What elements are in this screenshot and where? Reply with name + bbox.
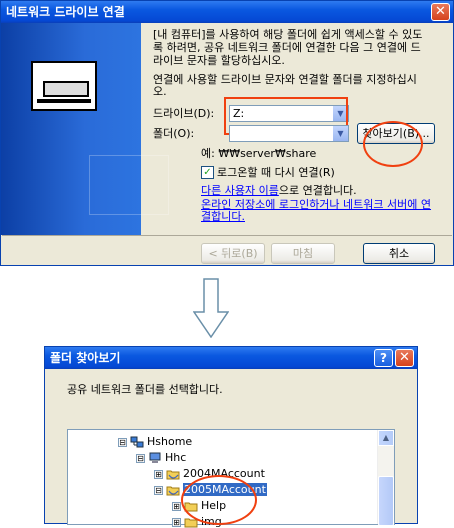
tree-toggle[interactable]: ⊞: [154, 470, 163, 479]
finish-button[interactable]: 마침: [271, 243, 335, 264]
other-user-line: 다른 사용자 이름으로 연결합니다.: [201, 184, 357, 197]
tree-toggle[interactable]: ⊞: [172, 502, 181, 511]
cancel-button[interactable]: 취소: [363, 243, 435, 264]
online-storage-link-2[interactable]: 결합니다.: [201, 210, 245, 223]
shared-folder-icon: [166, 470, 180, 480]
button-separator: [2, 235, 452, 236]
down-arrow-icon: [193, 278, 229, 338]
folder-dropdown-arrow-icon[interactable]: ▼: [333, 126, 348, 141]
annotation-red-circle: [363, 121, 423, 167]
drive-watermark-icon: [89, 155, 169, 215]
reconnect-checkbox[interactable]: ✓: [201, 166, 214, 179]
network-icon: [130, 436, 144, 448]
network-drive-icon: [31, 61, 97, 111]
instruction-line-2: 오.: [153, 85, 167, 98]
drive-label: 드라이브(D):: [153, 107, 215, 120]
help-button[interactable]: ?: [374, 349, 393, 367]
dialog-title-bar[interactable]: 네트워크 드라이브 연결 ✕: [1, 1, 453, 23]
tree-toggle[interactable]: ⊟: [136, 454, 145, 463]
help-icon: ?: [380, 351, 387, 365]
close-button[interactable]: ✕: [431, 3, 450, 21]
browse-dialog-title: 폴더 찾아보기: [50, 351, 121, 365]
tree-scrollbar[interactable]: ▲: [377, 430, 394, 526]
scroll-up-icon[interactable]: ▲: [378, 430, 394, 446]
tree-toggle[interactable]: ⊟: [154, 486, 163, 495]
browse-close-button[interactable]: ✕: [395, 349, 414, 367]
folder-label: 폴더(O):: [153, 127, 195, 140]
shared-folder-icon: [166, 486, 180, 496]
instruction-line-1: 연결에 사용할 드라이브 문자와 연결할 폴더를 지정하십시: [153, 73, 417, 86]
folder-input[interactable]: ▼: [229, 125, 349, 142]
intro-line-3: 라이브 문자를 할당하십시오.: [153, 54, 285, 67]
other-user-link[interactable]: 다른 사용자 이름: [201, 184, 279, 197]
wizard-side-panel: [1, 23, 169, 235]
tree-item-label[interactable]: Hshome: [147, 435, 192, 448]
computer-icon: [149, 452, 161, 463]
intro-line-2: 록 하려면, 공유 네트워크 폴더에 연결한 다음 그 연결에 드: [153, 41, 421, 54]
close-icon: ✕: [435, 4, 446, 19]
tree-toggle[interactable]: ⊟: [118, 438, 127, 447]
scroll-thumb[interactable]: [378, 476, 394, 526]
intro-line-1: [내 컴퓨터]를 사용하여 해당 폴더에 쉽게 액세스할 수 있도: [153, 28, 423, 41]
browse-folder-dialog: 폴더 찾아보기 ? ✕ 공유 네트워크 폴더를 선택합니다. ⊟ Hshome …: [44, 346, 418, 528]
browse-prompt: 공유 네트워크 폴더를 선택합니다.: [67, 383, 223, 396]
dialog-title: 네트워크 드라이브 연결: [6, 5, 125, 19]
other-user-suffix: 으로 연결합니다.: [278, 184, 357, 197]
example-text: 예: ₩₩server₩share: [201, 147, 317, 160]
reconnect-label: 로그온할 때 다시 연결(R): [217, 166, 335, 179]
close-icon: ✕: [399, 350, 410, 365]
map-network-drive-dialog: 네트워크 드라이브 연결 ✕ [내 컴퓨터]를 사용하여 해당 폴더에 쉽게 액…: [0, 0, 454, 266]
annotation-red-circle: [181, 475, 257, 525]
back-button[interactable]: < 뒤로(B): [201, 243, 265, 264]
tree-item-label[interactable]: Hhc: [165, 451, 186, 464]
tree-toggle[interactable]: ⊞: [172, 518, 181, 527]
browse-title-bar[interactable]: 폴더 찾아보기 ? ✕: [45, 347, 417, 369]
